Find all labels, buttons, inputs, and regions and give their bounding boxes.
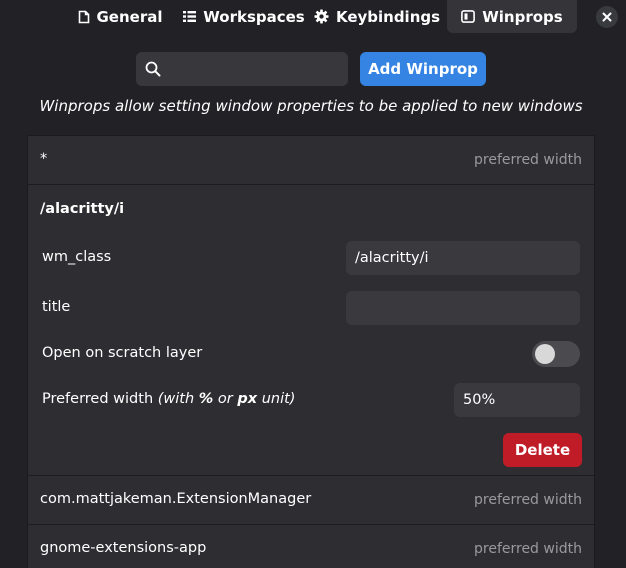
winprop-name: *	[40, 151, 48, 167]
title-label: title	[42, 299, 71, 315]
pw-percent: %	[198, 391, 214, 407]
tab-keybindings[interactable]: Keybindings	[313, 0, 441, 33]
wm-class-input[interactable]: /alacritty/i	[346, 241, 580, 275]
winprops-settings-window: General Workspaces Keybindings Winprops …	[0, 0, 626, 568]
winprop-name: com.mattjakeman.ExtensionManager	[40, 491, 312, 507]
tab-bar: General Workspaces Keybindings Winprops	[0, 0, 626, 34]
tab-winprops[interactable]: Winprops	[447, 0, 577, 33]
wm-class-label: wm_class	[42, 249, 112, 265]
tab-winprops-label: Winprops	[482, 7, 563, 26]
window-icon	[461, 10, 476, 23]
winprop-hint: preferred width	[474, 152, 582, 168]
title-input[interactable]	[346, 291, 580, 325]
toggle-knob	[535, 344, 555, 364]
preferred-width-label: Preferred width (with % or px unit)	[42, 391, 295, 407]
winprop-hint: preferred width	[474, 492, 582, 508]
wm-class-value: /alacritty/i	[355, 250, 429, 266]
winprops-list: * preferred width /alacritty/i wm_class …	[27, 135, 595, 568]
search-field[interactable]	[136, 52, 348, 86]
winprop-hint: preferred width	[474, 541, 582, 557]
close-button[interactable]	[596, 6, 618, 28]
winprop-title: /alacritty/i	[40, 201, 125, 217]
pw-label-pre: Preferred width	[42, 391, 158, 407]
tab-general[interactable]: General	[60, 0, 180, 33]
list-item[interactable]: com.mattjakeman.ExtensionManager preferr…	[28, 476, 594, 525]
close-icon	[602, 12, 612, 22]
preferred-width-value: 50%	[463, 392, 496, 408]
winprop-name: gnome-extensions-app	[40, 540, 207, 556]
pw-with: (with	[157, 391, 199, 407]
preferred-width-input[interactable]: 50%	[454, 383, 580, 417]
pw-or: or	[213, 391, 238, 407]
pw-label-hint: (with % or px unit)	[158, 391, 296, 407]
pw-px: px	[237, 391, 258, 407]
document-icon	[78, 10, 89, 23]
tab-workspaces[interactable]: Workspaces	[180, 0, 308, 33]
tab-workspaces-label: Workspaces	[203, 7, 305, 26]
expanded-winprop: /alacritty/i wm_class /alacritty/i title…	[28, 185, 594, 476]
tab-keybindings-label: Keybindings	[335, 7, 441, 26]
scratch-layer-label: Open on scratch layer	[42, 345, 203, 361]
scratch-layer-toggle[interactable]	[532, 341, 580, 367]
gear-icon	[314, 9, 329, 24]
pw-unit: unit)	[257, 391, 296, 407]
search-icon	[145, 61, 161, 77]
search-input[interactable]	[172, 52, 342, 86]
tab-general-label: General	[96, 7, 163, 26]
list-item[interactable]: * preferred width	[28, 136, 594, 185]
list-icon	[183, 11, 197, 22]
description-text: Winprops allow setting window properties…	[39, 97, 583, 115]
list-item[interactable]: gnome-extensions-app preferred width	[28, 525, 594, 568]
delete-button[interactable]: Delete	[503, 433, 582, 467]
add-winprop-button[interactable]: Add Winprop	[360, 52, 486, 86]
